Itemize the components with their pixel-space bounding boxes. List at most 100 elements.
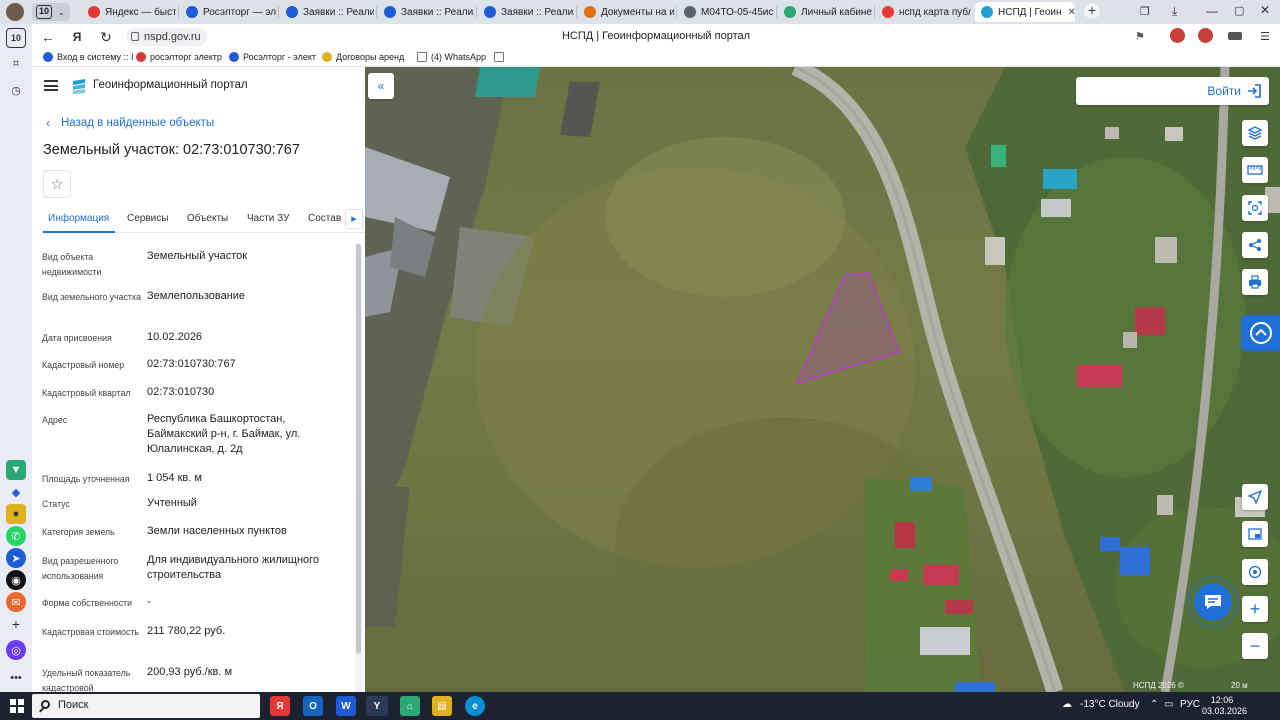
screenshot-icon[interactable]: ⌗ <box>6 54 26 74</box>
download-icon[interactable]: ⤓ <box>1172 4 1177 19</box>
bookmark-favicon <box>322 52 332 62</box>
bookmark-item[interactable]: Росэлторг - элект <box>229 52 316 62</box>
geolocation-button[interactable] <box>1242 484 1268 510</box>
login-button[interactable]: Войти <box>1076 77 1269 105</box>
yandex-browser-icon[interactable]: Я <box>270 696 290 716</box>
help-widget-button[interactable] <box>1241 315 1280 351</box>
layers-button[interactable] <box>1242 120 1268 146</box>
tab-information[interactable]: Информация <box>48 213 109 224</box>
panel-scrollbar[interactable] <box>355 244 362 692</box>
rosel-app-icon[interactable]: ◆ <box>6 482 26 502</box>
tab-services[interactable]: Сервисы <box>127 213 168 224</box>
zoom-out-button[interactable]: − <box>1242 633 1268 659</box>
zoom-in-button[interactable]: + <box>1242 596 1268 622</box>
weather-text[interactable]: -13°C Cloudy <box>1080 699 1140 710</box>
menu-icon[interactable]: ☰ <box>1260 30 1270 43</box>
outlook-icon[interactable]: O <box>303 696 323 716</box>
cabinet-app-icon[interactable]: ▼ <box>6 460 26 480</box>
yandex-icon[interactable]: Я <box>68 28 86 46</box>
taskbar-search[interactable]: Поиск <box>32 694 260 718</box>
contracts-app-icon[interactable]: ● <box>6 504 26 524</box>
add-app-icon[interactable]: + <box>6 614 26 634</box>
maximize-button[interactable]: ▢ <box>1234 4 1244 17</box>
chat-button[interactable] <box>1187 576 1239 628</box>
windows-start-icon[interactable] <box>10 699 24 713</box>
clock[interactable]: 12:06 03.03.2026 <box>1202 695 1247 717</box>
tab-objects[interactable]: Объекты <box>187 213 228 224</box>
browser-tab[interactable]: нспд карта публ <box>876 2 971 22</box>
file-explorer-icon[interactable]: ▤ <box>432 696 452 716</box>
close-window-button[interactable]: ✕ <box>1260 3 1270 17</box>
more-icon[interactable]: ••• <box>6 668 26 688</box>
attribute-label: Дата присвоения <box>42 333 112 343</box>
attribute-label: Адрес <box>42 415 68 425</box>
browser-tab[interactable]: М04ТО-05-45иск <box>678 2 774 22</box>
minimize-button[interactable]: — <box>1206 4 1218 18</box>
chat-icon <box>1205 595 1221 609</box>
music-icon[interactable]: ◉ <box>6 570 26 590</box>
tab-parts[interactable]: Части ЗУ <box>247 213 289 224</box>
network-icon[interactable]: ▭ <box>1164 699 1173 710</box>
reload-icon[interactable]: ↻ <box>97 28 115 46</box>
tray-chevron-icon[interactable]: ⌃ <box>1150 699 1158 710</box>
yandex-active-icon[interactable]: Y <box>366 696 388 716</box>
mail-app-icon[interactable]: ✉ <box>6 592 26 612</box>
locate-address-button[interactable] <box>1242 559 1268 585</box>
bookmark-item[interactable]: (4) WhatsApp <box>417 52 486 62</box>
browser-tab[interactable]: Личный кабинет <box>778 2 872 22</box>
portal-name: Геоинформационный портал <box>93 79 248 91</box>
tabs-panel-button[interactable]: 10 <box>6 28 26 48</box>
minimap-button[interactable] <box>1242 521 1268 547</box>
hamburger-menu-icon[interactable] <box>44 80 58 91</box>
bookmark-item-empty[interactable] <box>494 52 508 62</box>
bookmark-item[interactable]: Вход в систему :: I <box>43 52 134 62</box>
close-tab-icon[interactable]: ✕ <box>1068 7 1075 18</box>
url-field[interactable]: nspd.gov.ru <box>126 28 207 46</box>
browser-tab[interactable]: Заявки :: Реализ <box>280 2 374 22</box>
tab-label: Заявки :: Реализ <box>303 6 374 18</box>
tab-favicon <box>88 6 100 18</box>
browser-tab[interactable]: Документы на и: <box>578 2 674 22</box>
extension-icon[interactable] <box>1170 28 1185 43</box>
ruler-button[interactable] <box>1242 157 1268 183</box>
vpn-icon[interactable] <box>1228 32 1242 40</box>
collections-icon[interactable]: ❐ <box>1140 5 1150 18</box>
history-icon[interactable]: ◷ <box>6 80 26 100</box>
map-view[interactable]: « Войти + − НСПД 2026 © 20 м <box>365 67 1280 692</box>
extension-icon-2[interactable] <box>1198 28 1213 43</box>
tab-count-button[interactable]: 10 ⌄ <box>32 3 70 21</box>
lang-indicator[interactable]: РУС <box>1180 699 1200 710</box>
share-button[interactable] <box>1242 232 1268 258</box>
back-icon[interactable]: ← <box>39 28 57 46</box>
select-area-button[interactable] <box>1242 195 1268 221</box>
profile-avatar[interactable] <box>6 3 24 21</box>
telegram-icon[interactable]: ➤ <box>6 548 26 568</box>
bookmark-icon[interactable]: ⚑ <box>1135 30 1145 43</box>
browser-tab[interactable]: НСПД | Геоин ✕ <box>975 2 1075 22</box>
bookmark-item[interactable]: Договоры аренд <box>322 52 404 62</box>
whatsapp-icon[interactable]: ✆ <box>6 526 26 546</box>
scrollbar-thumb[interactable] <box>356 244 361 654</box>
cabinet-taskbar-icon[interactable]: ⌂ <box>400 696 420 716</box>
tab-separator <box>776 6 777 18</box>
bookmark-favicon <box>229 52 239 62</box>
bookmark-item[interactable]: росэлторг электр <box>136 52 222 62</box>
browser-tab[interactable]: Заявки :: Реализ <box>378 2 474 22</box>
word-icon[interactable]: W <box>336 696 356 716</box>
location-pin-icon <box>1248 565 1262 579</box>
edge-icon[interactable]: e <box>465 696 485 716</box>
back-link-label: Назад в найденные объекты <box>61 117 215 129</box>
back-link[interactable]: ‹ Назад в найденные объекты <box>46 116 214 130</box>
tabs-scroll-right-button[interactable]: ▶ <box>345 209 363 229</box>
collapse-panel-button[interactable]: « <box>368 73 394 99</box>
favorite-star-icon[interactable]: ☆ <box>43 170 71 198</box>
alice-icon[interactable]: ◎ <box>6 640 26 660</box>
print-button[interactable] <box>1242 269 1268 295</box>
share-icon <box>1249 239 1261 251</box>
new-tab-button[interactable]: + <box>1084 3 1100 19</box>
browser-tab[interactable]: Заявки :: Реализ <box>478 2 574 22</box>
browser-tab[interactable]: Яндекс — быстр <box>82 2 176 22</box>
page-title: НСПД | Геоинформационный портал <box>561 30 751 42</box>
tab-composition[interactable]: Состав <box>308 213 341 224</box>
browser-tab[interactable]: Росэлторг — эле <box>180 2 276 22</box>
